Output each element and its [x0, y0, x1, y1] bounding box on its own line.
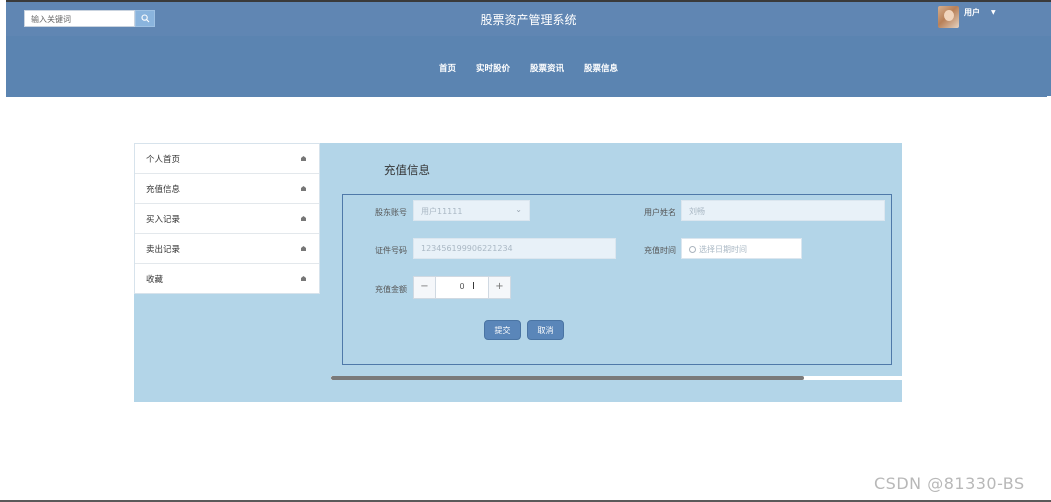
- bug-icon: [301, 156, 306, 161]
- recharge-time-picker[interactable]: 选择日期时间: [681, 238, 802, 259]
- submit-button[interactable]: 提交: [484, 320, 521, 340]
- nav-home[interactable]: 首页: [439, 62, 456, 74]
- amount-value[interactable]: 0: [436, 282, 488, 291]
- sidebar-item-sell-records[interactable]: 卖出记录: [135, 234, 319, 264]
- time-placeholder: 选择日期时间: [699, 245, 747, 254]
- amount-stepper[interactable]: − 0 I +: [413, 276, 511, 299]
- top-bar: 输入关键词 股票资产管理系统 用户 ▼: [6, 2, 1051, 36]
- increment-button[interactable]: +: [488, 277, 510, 298]
- bug-icon: [301, 186, 306, 191]
- site-title: 股票资产管理系统: [480, 13, 577, 27]
- sidebar-item-label: 买入记录: [146, 215, 181, 225]
- avatar[interactable]: [938, 6, 959, 28]
- site-header: 输入关键词 股票资产管理系统 用户 ▼ 首页 实时股价 股票资讯 股票信息: [6, 2, 1051, 97]
- nav-stock-news[interactable]: 股票资讯: [530, 62, 564, 74]
- id-number-label: 证件号码: [375, 246, 407, 255]
- account-select[interactable]: 用户11111 ⌄: [413, 200, 530, 221]
- sidebar-item-label: 个人首页: [146, 155, 181, 165]
- chevron-down-icon: ⌄: [515, 205, 522, 214]
- amount-label: 充值金额: [375, 285, 407, 294]
- cancel-button[interactable]: 取消: [527, 320, 564, 340]
- name-label: 用户姓名: [644, 208, 676, 217]
- main-nav: 首页 实时股价 股票资讯 股票信息: [6, 62, 1051, 74]
- name-field[interactable]: 刘畅: [681, 200, 885, 221]
- account-value: 用户11111: [421, 207, 463, 216]
- clock-icon: [689, 246, 696, 253]
- text-cursor-icon: I: [472, 281, 475, 292]
- bug-icon: [301, 216, 306, 221]
- nav-realtime-price[interactable]: 实时股价: [476, 62, 510, 74]
- sidebar-item-buy-records[interactable]: 买入记录: [135, 204, 319, 234]
- bug-icon: [301, 246, 306, 251]
- recharge-time-label: 充值时间: [644, 246, 676, 255]
- right-edge: [1047, 96, 1051, 386]
- account-label: 股东账号: [375, 208, 407, 217]
- id-number-field[interactable]: 123456199906221234: [413, 238, 616, 259]
- sidebar-item-recharge[interactable]: 充值信息: [135, 174, 319, 204]
- sidebar-item-label: 卖出记录: [146, 245, 181, 255]
- caret-down-icon[interactable]: ▼: [991, 9, 996, 16]
- page-title: 充值信息: [384, 163, 430, 177]
- user-menu-label[interactable]: 用户: [964, 7, 980, 18]
- decrement-button[interactable]: −: [414, 277, 436, 298]
- nav-stock-info[interactable]: 股票信息: [584, 62, 618, 74]
- watermark: CSDN @81330-BS: [874, 474, 1025, 493]
- sidebar-item-label: 收藏: [146, 275, 164, 285]
- horizontal-scrollbar-thumb[interactable]: [331, 376, 804, 380]
- sidebar-item-favorites[interactable]: 收藏: [135, 264, 319, 294]
- sidebar-item-label: 充值信息: [146, 185, 181, 195]
- bug-icon: [301, 276, 306, 281]
